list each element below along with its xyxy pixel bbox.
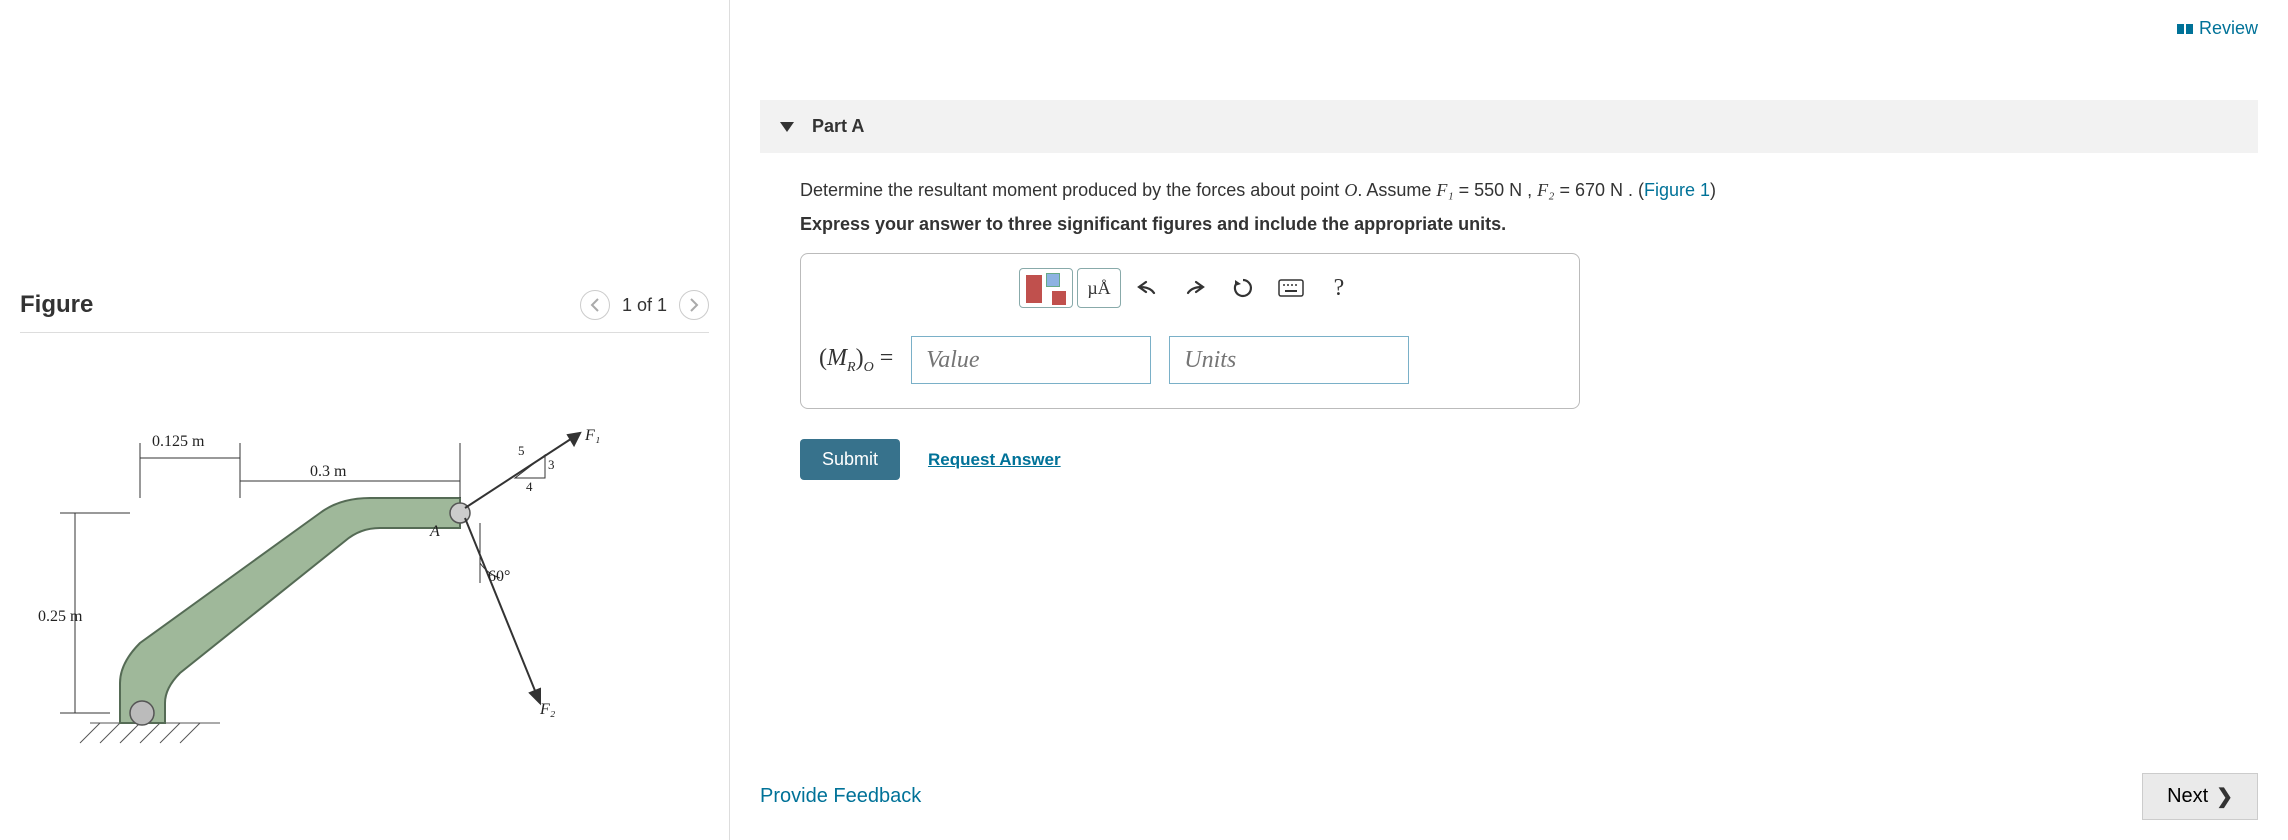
caret-down-icon <box>780 122 794 132</box>
figure-panel: Figure 1 of 1 <box>0 0 730 840</box>
review-label: Review <box>2199 18 2258 39</box>
dim-0125: 0.125 m <box>152 433 204 451</box>
provide-feedback-link[interactable]: Provide Feedback <box>760 785 921 808</box>
dim-03: 0.3 m <box>310 463 346 481</box>
submit-row: Submit Request Answer <box>800 439 2258 480</box>
reset-icon <box>1232 277 1254 299</box>
dim-025: 0.25 m <box>38 608 82 626</box>
review-link[interactable]: Review <box>2177 18 2258 39</box>
question-panel: Review Part A Determine the resultant mo… <box>730 0 2288 840</box>
book-icon <box>2177 24 2193 34</box>
templates-button[interactable] <box>1019 268 1073 308</box>
keyboard-button[interactable] <box>1269 268 1313 308</box>
figure-prev-button[interactable] <box>580 290 610 320</box>
units-input[interactable] <box>1169 336 1409 384</box>
submit-button[interactable]: Submit <box>800 439 900 480</box>
figure-title: Figure <box>20 291 93 319</box>
problem-statement: Determine the resultant moment produced … <box>800 177 2258 204</box>
undo-button[interactable] <box>1125 268 1169 308</box>
chevron-right-icon: ❯ <box>2216 784 2233 809</box>
figure-next-button[interactable] <box>679 290 709 320</box>
figure-nav: 1 of 1 <box>580 290 709 320</box>
answer-input-row: (MR)O = <box>819 336 1561 384</box>
dim-angle: 60° <box>488 568 510 586</box>
answer-box: µÅ ? (MR)O = <box>800 253 1580 409</box>
figure-link[interactable]: Figure 1 <box>1644 180 1710 200</box>
redo-icon <box>1184 279 1206 297</box>
mr-label: (MR)O = <box>819 345 893 376</box>
ratio-5: 5 <box>518 443 525 459</box>
next-button[interactable]: Next ❯ <box>2142 773 2258 820</box>
part-title: Part A <box>812 116 864 137</box>
figure-nav-text: 1 of 1 <box>622 295 667 316</box>
label-f2: F₂ <box>540 701 555 719</box>
label-f1: F₁ <box>585 427 600 445</box>
special-chars-button[interactable]: µÅ <box>1077 268 1121 308</box>
part-header[interactable]: Part A <box>760 100 2258 153</box>
answer-instruction: Express your answer to three significant… <box>800 214 2258 235</box>
request-answer-link[interactable]: Request Answer <box>928 450 1061 470</box>
label-a: A <box>430 523 440 541</box>
value-input[interactable] <box>911 336 1151 384</box>
redo-button[interactable] <box>1173 268 1217 308</box>
keyboard-icon <box>1278 279 1304 297</box>
reset-button[interactable] <box>1221 268 1265 308</box>
figure-header: Figure 1 of 1 <box>20 290 709 333</box>
undo-icon <box>1136 279 1158 297</box>
figure-diagram: 0.125 m 0.3 m 0.25 m 60° 5 3 4 F₁ F₂ A <box>20 383 620 763</box>
help-button[interactable]: ? <box>1317 268 1361 308</box>
bottom-row: Provide Feedback Next ❯ <box>760 773 2258 820</box>
ratio-3: 3 <box>548 457 555 473</box>
ratio-4: 4 <box>526 479 533 495</box>
equation-toolbar: µÅ ? <box>819 268 1561 308</box>
